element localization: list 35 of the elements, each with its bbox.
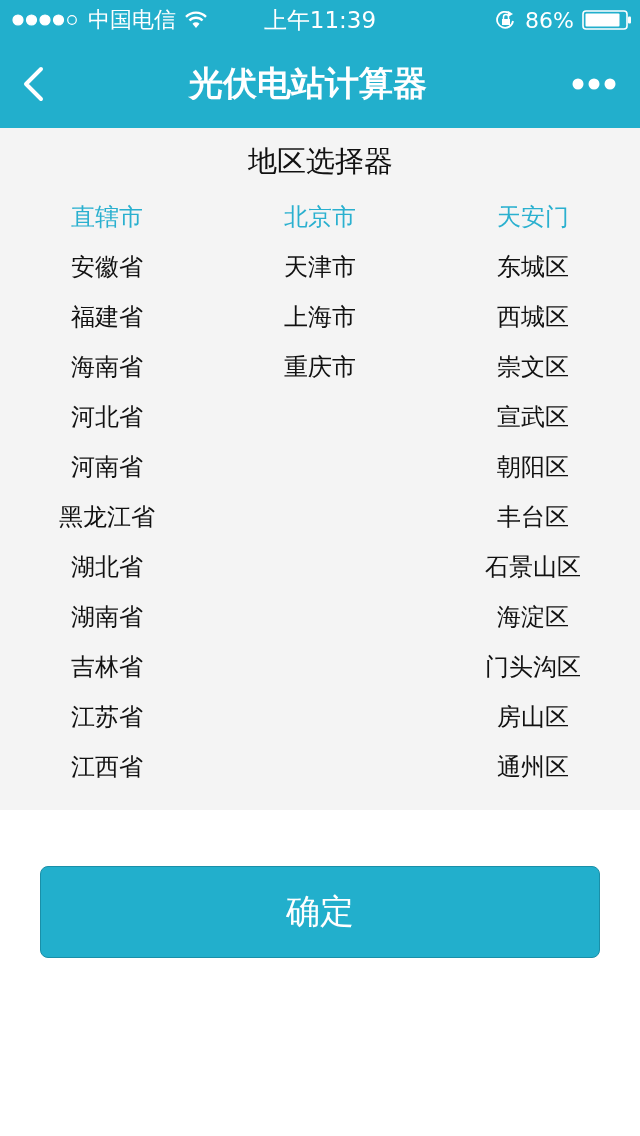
picker-option[interactable]: 河南省 (70, 442, 143, 492)
signal-icon (12, 14, 80, 26)
more-icon[interactable] (572, 78, 616, 90)
wifi-icon (184, 11, 208, 29)
picker-title: 地区选择器 (246, 143, 394, 180)
picker-option[interactable]: 朝阳区 (497, 442, 570, 492)
time-text: 上午11:39 (263, 5, 377, 35)
picker-option[interactable]: 门头沟区 (485, 642, 582, 692)
carrier-text: 中国电信 (88, 6, 176, 34)
picker-option[interactable]: 重庆市 (284, 342, 356, 392)
picker-option[interactable]: 上海市 (284, 292, 356, 342)
battery-icon (582, 10, 632, 30)
picker-option[interactable]: 崇文区 (497, 342, 570, 392)
picker-option[interactable]: 江苏省 (70, 692, 143, 742)
picker-option[interactable]: 福建省 (70, 292, 143, 342)
picker-option[interactable]: 海南省 (70, 342, 143, 392)
picker-option[interactable]: 东城区 (497, 242, 570, 292)
picker-option[interactable]: 吉林省 (70, 642, 143, 692)
picker-option[interactable]: 通州区 (497, 742, 570, 792)
picker-option[interactable]: 海淀区 (497, 592, 570, 642)
picker-option[interactable]: 西城区 (497, 292, 570, 342)
picker-option[interactable]: 房山区 (497, 692, 570, 742)
picker-option[interactable]: 石景山区 (485, 542, 582, 592)
back-icon[interactable] (22, 66, 44, 102)
picker-option[interactable]: 湖南省 (70, 592, 143, 642)
battery-percent: 86% (525, 7, 574, 33)
picker-option[interactable]: 江西省 (70, 742, 143, 792)
picker-option[interactable]: 丰台区 (497, 492, 570, 542)
picker-option[interactable]: 宣武区 (497, 392, 570, 442)
picker-option[interactable]: 湖北省 (70, 542, 143, 592)
app-title: 光伏电站计算器 (189, 62, 427, 105)
picker-option[interactable]: 黑龙江省 (58, 492, 155, 542)
picker-option[interactable]: 安徽省 (70, 242, 143, 292)
picker-option[interactable]: 天津市 (284, 242, 356, 292)
picker-option[interactable]: 河北省 (70, 392, 143, 442)
